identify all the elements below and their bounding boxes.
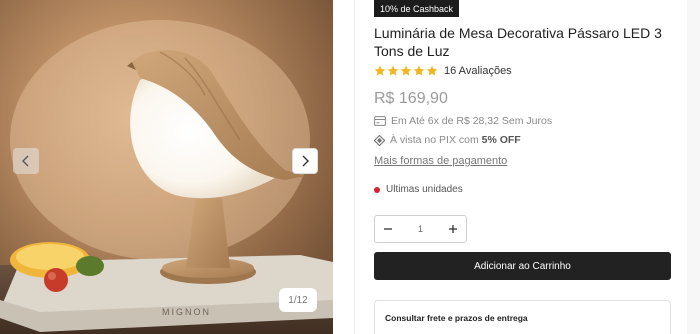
pix-prefix: À vista no PIX com	[390, 134, 479, 146]
chevron-right-icon	[302, 155, 309, 167]
credit-card-icon	[374, 116, 386, 126]
chevron-left-icon	[22, 155, 29, 167]
minus-icon	[384, 228, 392, 230]
installments-text: Em Até 6x de R$ 28,32 Sem Juros	[391, 115, 553, 127]
reviews-count[interactable]: 16 Avaliações	[444, 65, 512, 77]
pix-info: À vista no PIX com 5% OFF	[374, 134, 521, 146]
star-icon	[400, 65, 412, 76]
increase-quantity-button[interactable]	[440, 216, 466, 242]
cashback-badge: 10% de Cashback	[374, 0, 460, 17]
pix-icon	[374, 134, 385, 146]
stock-status: Ultimas unidades	[374, 184, 463, 195]
stock-indicator-dot	[374, 186, 380, 193]
shipping-label: Consultar frete e prazos de entrega	[385, 313, 528, 323]
add-to-cart-button[interactable]: Adicionar ao Carrinho	[374, 252, 671, 280]
pix-discount: 5% OFF	[481, 134, 521, 146]
shipping-calculator[interactable]: Consultar frete e prazos de entrega	[374, 300, 671, 334]
more-payment-options-link[interactable]: Mais formas de pagamento	[374, 155, 507, 167]
quantity-stepper	[374, 215, 467, 243]
quantity-input[interactable]	[405, 224, 436, 234]
plus-icon	[449, 225, 457, 233]
product-rating[interactable]: 16 Avaliações	[374, 65, 512, 77]
product-gallery: MIGNON 1/12	[0, 0, 333, 334]
product-price: R$ 169,90	[374, 90, 448, 107]
star-icon	[426, 65, 438, 76]
rating-stars	[374, 65, 438, 77]
star-icon	[387, 65, 399, 76]
gallery-prev-button[interactable]	[13, 148, 39, 174]
gallery-counter: 1/12	[279, 288, 317, 312]
product-title: Luminária de Mesa Decorativa Pássaro LED…	[374, 25, 662, 59]
star-icon	[374, 65, 386, 76]
installments-info: Em Até 6x de R$ 28,32 Sem Juros	[374, 115, 552, 127]
decrease-quantity-button[interactable]	[375, 216, 401, 242]
product-image[interactable]: MIGNON	[0, 0, 333, 334]
book-text: MIGNON	[162, 307, 211, 317]
star-icon	[413, 65, 425, 76]
gallery-next-button[interactable]	[292, 148, 318, 174]
column-divider	[354, 0, 355, 334]
stock-status-text: Ultimas unidades	[386, 184, 463, 195]
page-scrollbar[interactable]	[687, 0, 700, 334]
pix-text: À vista no PIX com 5% OFF	[390, 134, 521, 146]
